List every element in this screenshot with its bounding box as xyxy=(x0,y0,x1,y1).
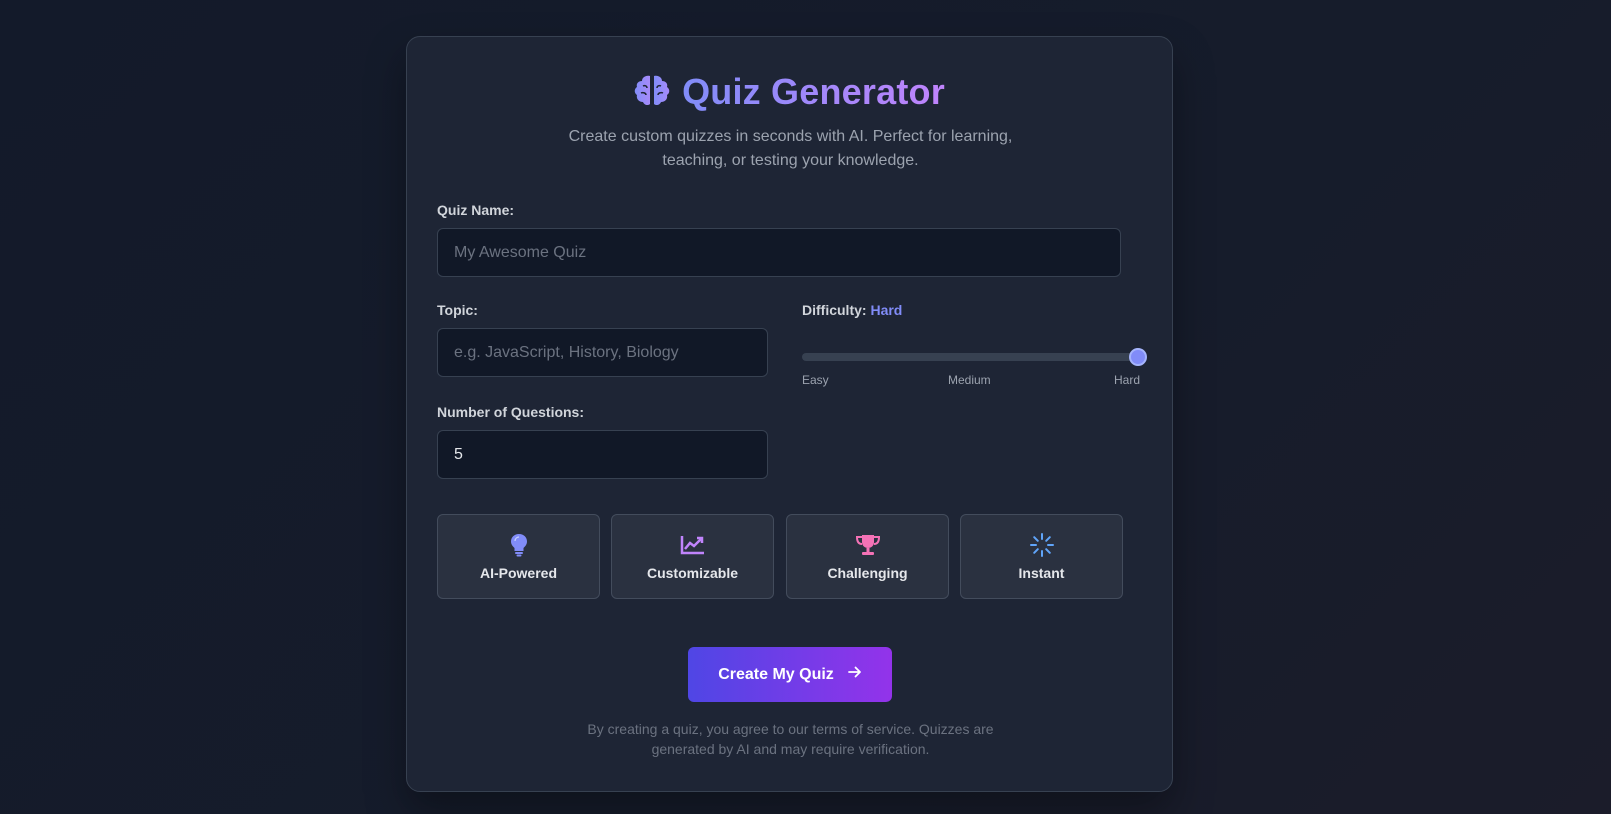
difficulty-label-text: Difficulty: xyxy=(802,302,867,318)
create-quiz-button[interactable]: Create My Quiz xyxy=(688,647,892,702)
difficulty-slider[interactable] xyxy=(802,348,1147,366)
feature-instant: Instant xyxy=(960,514,1123,599)
quiz-name-input[interactable]: My Awesome Quiz xyxy=(437,228,1121,277)
feature-ai-powered: AI-Powered xyxy=(437,514,600,599)
difficulty-tick-hard: Hard xyxy=(1113,373,1140,387)
quiz-name-placeholder: My Awesome Quiz xyxy=(454,243,587,261)
arrow-right-icon xyxy=(847,665,862,684)
difficulty-slider-thumb[interactable] xyxy=(1129,348,1147,366)
topic-placeholder: e.g. JavaScript, History, Biology xyxy=(454,343,679,361)
num-questions-label: Number of Questions: xyxy=(437,404,585,420)
lightbulb-icon xyxy=(510,533,528,557)
brain-icon xyxy=(634,74,670,111)
feature-label: Challenging xyxy=(827,564,908,581)
chart-line-icon xyxy=(680,533,706,557)
feature-customizable: Customizable xyxy=(611,514,774,599)
feature-challenging: Challenging xyxy=(786,514,949,599)
num-questions-value: 5 xyxy=(454,445,463,463)
difficulty-value: Hard xyxy=(870,302,903,318)
feature-label: Instant xyxy=(1018,564,1065,581)
difficulty-tick-medium: Medium xyxy=(948,373,991,387)
feature-label: Customizable xyxy=(646,564,738,581)
quiz-generator-card: Quiz Generator Create custom quizzes in … xyxy=(406,36,1173,792)
page-subtitle: Create custom quizzes in seconds with AI… xyxy=(568,128,1013,169)
num-questions-input[interactable]: 5 xyxy=(437,430,768,479)
feature-label: AI-Powered xyxy=(479,564,557,581)
page-title: Quiz Generator xyxy=(682,71,945,112)
spinner-icon xyxy=(1029,532,1054,557)
terms-notice: By creating a quiz, you agree to our ter… xyxy=(587,721,994,757)
quiz-name-label: Quiz Name: xyxy=(437,202,515,218)
trophy-icon xyxy=(855,533,881,557)
topic-input[interactable]: e.g. JavaScript, History, Biology xyxy=(437,328,768,377)
topic-label: Topic: xyxy=(437,302,478,318)
difficulty-tick-easy: Easy xyxy=(802,373,829,387)
difficulty-label: Difficulty: Hard xyxy=(802,302,902,318)
header: Quiz Generator xyxy=(407,71,1172,113)
create-quiz-label: Create My Quiz xyxy=(718,665,834,683)
